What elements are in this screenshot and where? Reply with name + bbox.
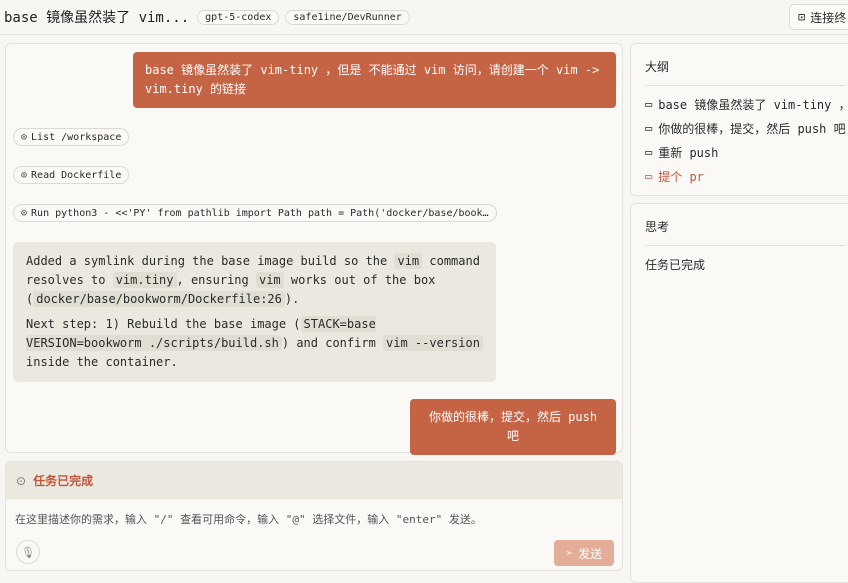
text: Added a symlink during the base image bu… (26, 254, 395, 268)
thinking-panel: 思考 任务已完成 (630, 203, 848, 583)
send-button[interactable]: ➢ 发送 (554, 540, 614, 566)
tool-call-list[interactable]: ⊙ List /workspace (13, 128, 130, 146)
message-icon: ▭ (645, 97, 653, 111)
outline-item-label: 重新 push (658, 145, 719, 160)
send-icon: ➢ (565, 546, 574, 560)
user-message: base 镜像虽然装了 vim-tiny ，但是 不能通过 vim 访问，请创建… (133, 52, 616, 108)
outline-panel: 大纲 ▭ base 镜像虽然装了 vim-tiny ， ▭ 你做的很棒，提交，然后 … (630, 43, 848, 196)
message-icon: ▭ (645, 121, 653, 135)
check-circle-icon: ⊙ (21, 207, 28, 219)
status-label: 任务已完成 (33, 474, 94, 488)
check-circle-icon: ⊙ (16, 473, 27, 488)
tool-call-run[interactable]: ⊙ Run python3 - <<'PY' from pathlib impor… (13, 204, 497, 222)
inline-code: vim (255, 272, 284, 288)
outline-item-label: 提个 pr (658, 169, 704, 184)
task-status: ⊙ 任务已完成 (6, 462, 622, 499)
text: ). (284, 292, 300, 306)
send-label: 发送 (578, 546, 603, 561)
text: inside the container. (26, 355, 178, 369)
tool-label: List /workspace (31, 131, 122, 143)
text: , ensuring (176, 273, 256, 287)
header: base 镜像虽然装了 vim... gpt-5-codex safe1ine/… (0, 0, 848, 35)
check-circle-icon: ⊙ (21, 131, 28, 143)
outline-item-label: 你做的很棒，提交，然后 push 吧 (658, 121, 846, 136)
reply-paragraph-1: Added a symlink during the base image bu… (26, 252, 483, 309)
microphone-icon: 🎙 (21, 545, 35, 559)
input-panel: ⊙ 任务已完成 在这里描述你的需求，输入 "/" 查看可用命令，输入 "@" 选择… (5, 461, 623, 571)
connect-terminal-label: 连接终 (810, 10, 847, 25)
chat-panel: base 镜像虽然装了 vim-tiny ，但是 不能通过 vim 访问，请创建… (5, 43, 623, 455)
text: ) and confirm (281, 336, 384, 350)
outline-item[interactable]: ▭ base 镜像虽然装了 vim-tiny ， (631, 92, 848, 116)
check-circle-icon: ⊙ (21, 169, 28, 181)
inline-code: vim.tiny (112, 272, 177, 288)
text: Next step: 1) Rebuild the base image ( (26, 317, 301, 331)
outline-title: 大纲 (645, 44, 845, 86)
thinking-title: 思考 (645, 204, 845, 246)
inline-code: vim (394, 253, 423, 269)
connect-terminal-button[interactable]: ⊡ 连接终 (789, 4, 848, 30)
tool-label: Run python3 - <<'PY' from pathlib import… (31, 207, 489, 219)
message-icon: ▭ (645, 145, 653, 159)
tool-call-read[interactable]: ⊙ Read Dockerfile (13, 166, 130, 184)
thinking-text: 任务已完成 (645, 258, 706, 272)
outline-item[interactable]: ▭ 重新 push (631, 140, 848, 164)
repo-chip[interactable]: safe1ine/DevRunner (285, 9, 410, 25)
message-icon: ▭ (645, 169, 653, 183)
assistant-reply: Added a symlink during the base image bu… (13, 242, 496, 382)
tool-label: Read Dockerfile (31, 169, 122, 181)
reply-paragraph-2: Next step: 1) Rebuild the base image (ST… (26, 315, 483, 372)
message-input[interactable]: 在这里描述你的需求，输入 "/" 查看可用命令，输入 "@" 选择文件，输入 "… (6, 499, 622, 539)
model-chip[interactable]: gpt-5-codex (197, 9, 280, 25)
inline-code: docker/base/bookworm/Dockerfile:26 (33, 291, 285, 307)
session-title: base 镜像虽然装了 vim... (4, 10, 190, 26)
outline-item-active[interactable]: ▭ 提个 pr (631, 164, 848, 188)
user-message: 你做的很棒，提交，然后 push 吧 (410, 399, 616, 455)
outline-item[interactable]: ▭ 你做的很棒，提交，然后 push 吧 (631, 116, 848, 140)
terminal-icon: ⊡ (798, 10, 806, 24)
microphone-button[interactable]: 🎙 (16, 540, 40, 564)
outline-item-label: base 镜像虽然装了 vim-tiny ， (658, 97, 848, 112)
inline-code: vim --version (383, 335, 483, 351)
